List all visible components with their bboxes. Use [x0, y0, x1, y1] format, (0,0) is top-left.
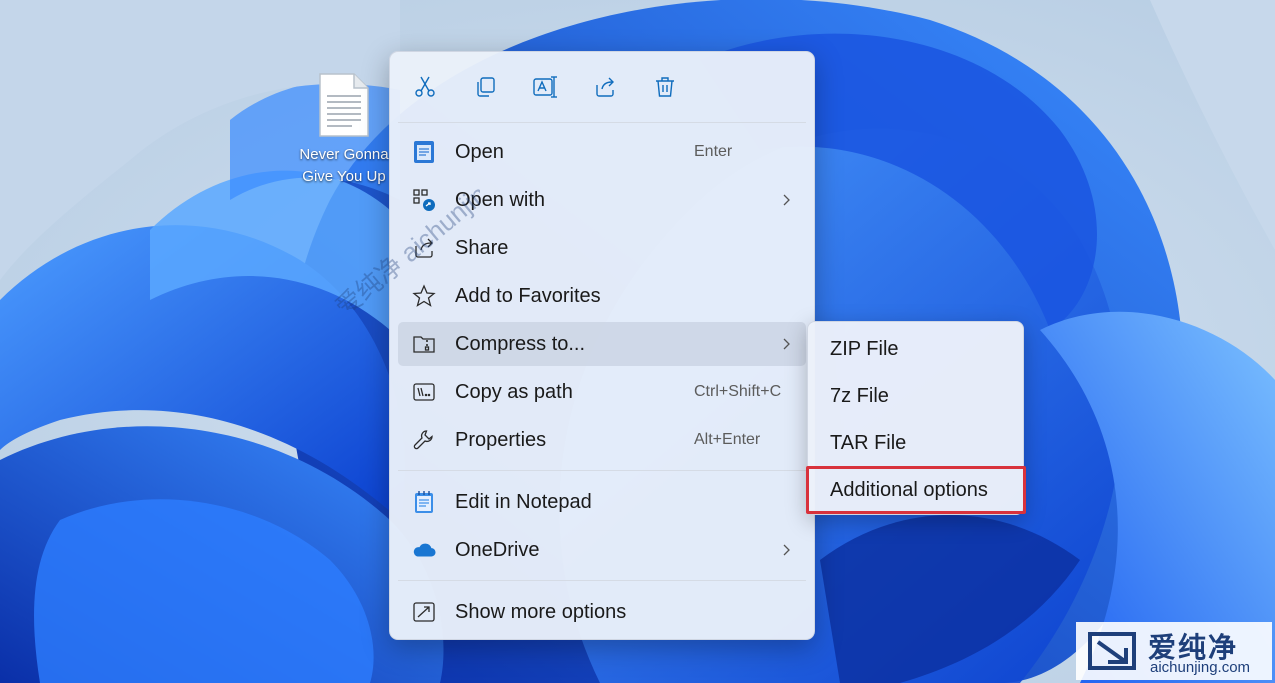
menu-item-onedrive[interactable]: OneDrive: [398, 528, 806, 572]
share-button[interactable]: [588, 70, 622, 104]
submenu-item-label: TAR File: [830, 432, 907, 454]
menu-item-label: Compress to...: [455, 333, 586, 355]
toolbar-separator: [398, 122, 806, 123]
rename-button[interactable]: [528, 70, 562, 104]
notepad-icon: [412, 140, 436, 164]
scissors-icon: [415, 76, 435, 97]
menu-item-shortcut: Ctrl+Shift+C: [694, 383, 782, 400]
submenu-item-7z-file[interactable]: 7z File: [814, 375, 1017, 417]
watermark-url: aichunjing.com: [1150, 659, 1251, 676]
menu-item-label: Add to Favorites: [455, 285, 601, 307]
menu-item-show-more-options[interactable]: Show more options: [398, 590, 806, 634]
context-menu-toolbar: [390, 52, 814, 122]
submenu-item-zip-file[interactable]: ZIP File: [814, 328, 1017, 370]
menu-item-compress-to[interactable]: Compress to...: [398, 322, 806, 366]
more-options-icon: [412, 600, 436, 624]
chevron-right-icon: [783, 194, 790, 206]
chevron-right-icon: [783, 338, 790, 350]
menu-item-label: Open: [455, 141, 504, 163]
menu-item-add-to-favorites[interactable]: Add to Favorites: [398, 274, 806, 318]
copy-icon: [477, 77, 495, 97]
annotation-highlight-box: [806, 466, 1026, 514]
menu-item-label: OneDrive: [455, 539, 540, 561]
context-menu: Open Enter Open with Share Add to Favori…: [389, 51, 815, 640]
desktop-file-name-line1: Never Gonna: [299, 146, 389, 163]
menu-item-open[interactable]: Open Enter: [398, 130, 806, 174]
trash-icon: [656, 77, 674, 97]
copy-button[interactable]: [468, 70, 502, 104]
text-file-icon: [319, 73, 369, 137]
submenu-item-label: ZIP File: [830, 338, 899, 360]
menu-separator: [398, 580, 806, 581]
watermark-logo-icon: [1088, 632, 1136, 670]
desktop-file[interactable]: Never Gonna Give You Up: [284, 72, 404, 188]
desktop-file-name-line2: Give You Up: [302, 168, 386, 185]
menu-item-label: Copy as path: [455, 381, 573, 403]
menu-item-label: Edit in Notepad: [455, 491, 592, 513]
menu-item-label: Show more options: [455, 601, 627, 623]
submenu-item-tar-file[interactable]: TAR File: [814, 422, 1017, 464]
menu-item-shortcut: Alt+Enter: [694, 431, 761, 448]
watermark-logo: 爱纯净 aichunjing.com: [1076, 622, 1272, 680]
menu-item-copy-as-path[interactable]: Copy as path Ctrl+Shift+C: [398, 370, 806, 414]
menu-item-share[interactable]: Share: [398, 226, 806, 270]
submenu-item-label: 7z File: [830, 385, 889, 407]
delete-button[interactable]: [648, 70, 682, 104]
star-icon: [412, 284, 436, 308]
cut-button[interactable]: [408, 70, 442, 104]
cloud-icon: [412, 538, 436, 562]
share-icon: [412, 236, 436, 260]
menu-item-label: Properties: [455, 429, 547, 451]
open-with-icon: [412, 188, 436, 212]
menu-item-open-with[interactable]: Open with: [398, 178, 806, 222]
menu-separator: [398, 470, 806, 471]
menu-item-properties[interactable]: Properties Alt+Enter: [398, 418, 806, 462]
rename-icon: [533, 76, 557, 98]
chevron-right-icon: [783, 544, 790, 556]
share-icon: [596, 77, 614, 97]
menu-item-edit-in-notepad[interactable]: Edit in Notepad: [398, 480, 806, 524]
wrench-icon: [412, 428, 436, 452]
menu-item-label: Open with: [455, 189, 546, 211]
menu-item-label: Share: [455, 237, 509, 259]
zip-folder-icon: [412, 332, 436, 356]
copy-path-icon: [412, 380, 436, 404]
menu-item-shortcut: Enter: [694, 143, 733, 160]
notepad-app-icon: [412, 490, 436, 514]
